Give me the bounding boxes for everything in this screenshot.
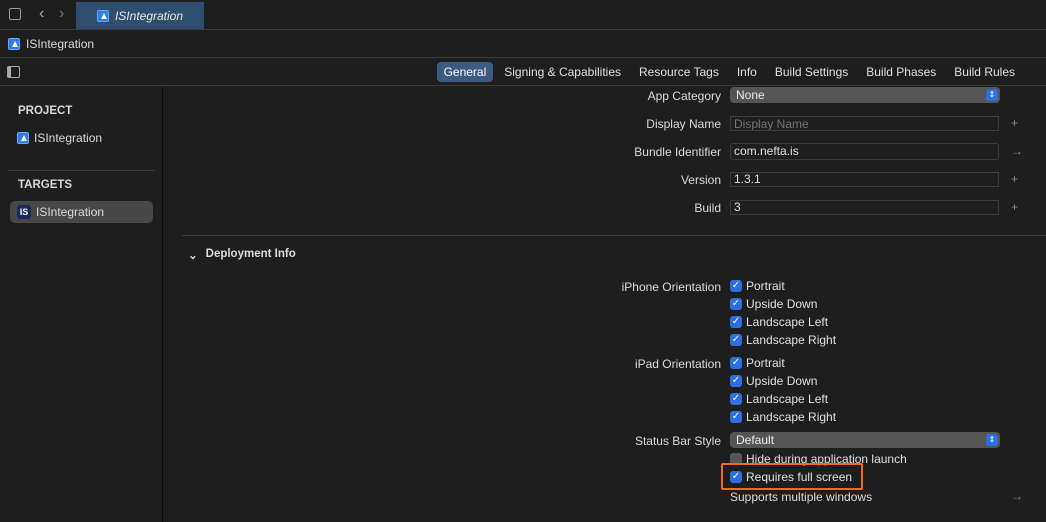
checkbox-ipad-landscape-left[interactable]: ✓ Landscape Left xyxy=(730,392,828,406)
select-value: None xyxy=(736,88,765,102)
checkbox-iphone-portrait[interactable]: ✓ Portrait xyxy=(730,279,785,293)
editor-tab[interactable]: ISIntegration xyxy=(76,2,204,29)
tab-general[interactable]: General xyxy=(436,61,494,82)
checkmark-icon: ✓ xyxy=(730,393,742,405)
app-project-icon xyxy=(17,132,29,144)
app-project-icon xyxy=(8,38,20,50)
status-bar-style-label: Status Bar Style xyxy=(634,434,721,448)
app-project-icon xyxy=(96,9,109,22)
highlight-box xyxy=(721,463,863,490)
breadcrumb-project: ISIntegration xyxy=(26,37,95,51)
checkmark-icon: ✓ xyxy=(730,334,742,346)
checkbox-label: Portrait xyxy=(746,279,785,293)
project-sidebar: PROJECT ISIntegration TARGETS IS ISIntegr… xyxy=(0,86,163,522)
sidebar-item-label: ISIntegration xyxy=(36,205,105,219)
checkmark-icon: ✓ xyxy=(730,357,742,369)
tab-build-phases[interactable]: Build Phases xyxy=(859,62,943,82)
arrow-right-icon[interactable]: → xyxy=(1011,144,1023,158)
tab-title: ISIntegration xyxy=(114,8,184,23)
ipad-orientation-label: iPad Orientation xyxy=(634,357,721,371)
checkbox-ipad-upside-down[interactable]: ✓ Upside Down xyxy=(730,374,817,388)
build-label: Build xyxy=(694,201,721,215)
section-divider xyxy=(182,235,1046,236)
plus-icon[interactable]: + xyxy=(1011,200,1018,214)
iphone-orientation-label: iPhone Orientation xyxy=(621,280,721,294)
checkmark-icon: ✓ xyxy=(730,375,742,387)
supports-multiple-windows-label: Supports multiple windows xyxy=(730,490,873,504)
sidebar-toggle-icon[interactable] xyxy=(7,66,20,78)
bundle-id-input[interactable]: com.nefta.is xyxy=(730,143,999,160)
checkbox-label: Portrait xyxy=(746,356,785,370)
version-input[interactable]: 1.3.1 xyxy=(730,172,999,187)
updown-chevron-icon: ⇕ xyxy=(986,89,998,101)
checkbox-iphone-landscape-right[interactable]: ✓ Landscape Right xyxy=(730,333,836,347)
display-name-label: Display Name xyxy=(646,117,721,131)
sidebar-item-project[interactable]: ISIntegration xyxy=(10,127,153,149)
deployment-info-header[interactable]: ⌄ Deployment Info xyxy=(188,248,296,262)
divider xyxy=(8,170,155,171)
tab-build-settings[interactable]: Build Settings xyxy=(768,62,855,82)
checkbox-label: Landscape Right xyxy=(746,410,837,424)
toolbar: ‹ › ISIntegration xyxy=(0,0,1046,29)
bundle-id-label: Bundle Identifier xyxy=(634,145,721,159)
select-value: Default xyxy=(736,433,775,447)
arrow-right-icon[interactable]: → xyxy=(1011,489,1023,503)
section-title: Deployment Info xyxy=(205,248,296,260)
checkbox-label: Upside Down xyxy=(746,374,818,388)
checkbox-label: Upside Down xyxy=(746,297,818,311)
checkbox-label: Landscape Right xyxy=(746,333,837,347)
status-bar-style-select[interactable]: Default ⇕ xyxy=(730,432,1000,448)
app-category-select[interactable]: None ⇕ xyxy=(730,87,1000,103)
checkbox-iphone-landscape-left[interactable]: ✓ Landscape Left xyxy=(730,315,828,329)
chevron-down-icon: ⌄ xyxy=(188,250,198,262)
tab-build-rules[interactable]: Build Rules xyxy=(947,62,1022,82)
checkbox-iphone-upside-down[interactable]: ✓ Upside Down xyxy=(730,297,817,311)
updown-chevron-icon: ⇕ xyxy=(986,434,998,446)
plus-icon[interactable]: + xyxy=(1011,116,1018,130)
version-label: Version xyxy=(680,173,721,187)
plus-icon[interactable]: + xyxy=(1011,172,1018,186)
sidebar-item-target[interactable]: IS ISIntegration xyxy=(10,201,153,223)
forward-chevron-icon[interactable]: › xyxy=(59,5,64,23)
project-header: PROJECT xyxy=(18,105,73,117)
checkbox-ipad-portrait[interactable]: ✓ Portrait xyxy=(730,356,785,370)
checkmark-icon: ✓ xyxy=(730,298,742,310)
targets-header: TARGETS xyxy=(18,179,73,191)
display-name-input[interactable] xyxy=(730,116,999,131)
checkbox-ipad-landscape-right[interactable]: ✓ Landscape Right xyxy=(730,410,836,424)
checkbox-label: Landscape Left xyxy=(746,392,829,406)
build-input[interactable]: 3 xyxy=(730,200,999,215)
grid-icon[interactable] xyxy=(9,8,21,20)
back-chevron-icon[interactable]: ‹ xyxy=(39,5,44,23)
tab-signing[interactable]: Signing & Capabilities xyxy=(497,62,628,82)
breadcrumb[interactable]: ISIntegration xyxy=(8,37,94,51)
editor-tabs: General Signing & Capabilities Resource … xyxy=(436,58,1022,85)
checkmark-icon: ✓ xyxy=(730,280,742,292)
tab-resource-tags[interactable]: Resource Tags xyxy=(632,62,726,82)
app-category-label: App Category xyxy=(647,89,721,103)
checkbox-label: Landscape Left xyxy=(746,315,829,329)
checkmark-icon: ✓ xyxy=(730,411,742,423)
tab-info[interactable]: Info xyxy=(730,62,764,82)
sidebar-item-label: ISIntegration xyxy=(34,131,103,145)
checkmark-icon: ✓ xyxy=(730,316,742,328)
target-app-icon: IS xyxy=(17,205,31,219)
